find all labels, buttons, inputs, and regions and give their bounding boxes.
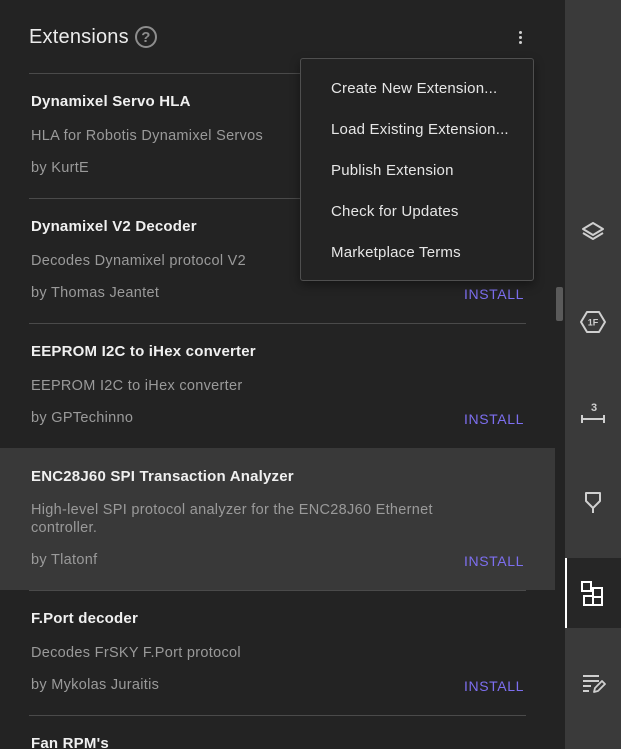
rail-item-marker[interactable] [565, 467, 621, 537]
list-item[interactable]: ENC28J60 SPI Transaction Analyzer High-l… [0, 448, 555, 590]
rail-item-extensions[interactable] [565, 558, 621, 628]
menu-item-check-for-updates[interactable]: Check for Updates [331, 203, 459, 220]
panel-header: Extensions ? [29, 22, 157, 52]
extension-description: Decodes FrSKY F.Port protocol [31, 645, 241, 661]
install-button[interactable]: INSTALL [464, 553, 524, 569]
extension-author: by Mykolas Juraitis [31, 677, 160, 693]
extension-author: by Thomas Jeantet [31, 285, 160, 301]
hex-value-glyph: 1F [588, 318, 599, 328]
extension-name: EEPROM I2C to iHex converter [31, 343, 256, 360]
extension-name: F.Port decoder [31, 610, 138, 627]
layers-icon [582, 222, 604, 240]
extension-description: EEPROM I2C to iHex converter [31, 378, 243, 394]
scrollbar[interactable] [556, 287, 563, 321]
menu-item-marketplace-terms[interactable]: Marketplace Terms [331, 244, 461, 261]
extensions-panel: Extensions ? Dynamixel Servo HLA HLA for… [0, 0, 565, 749]
install-button[interactable]: INSTALL [464, 678, 524, 694]
extension-name: Dynamixel Servo HLA [31, 93, 191, 110]
help-icon[interactable]: ? [134, 26, 157, 48]
rail-item-measure[interactable]: 3 [565, 379, 621, 449]
list-item[interactable]: EEPROM I2C to iHex converter EEPROM I2C … [29, 323, 526, 448]
extension-name: Fan RPM's [31, 735, 109, 749]
menu-item-load-existing-extension[interactable]: Load Existing Extension... [331, 121, 509, 138]
more-options-icon[interactable] [508, 26, 532, 48]
extension-name: ENC28J60 SPI Transaction Analyzer [31, 468, 294, 485]
rail-item-notes[interactable] [565, 648, 621, 718]
notes-icon [583, 675, 606, 693]
menu-item-create-new-extension[interactable]: Create New Extension... [331, 80, 497, 97]
extensions-icon [581, 581, 603, 606]
install-button[interactable]: INSTALL [464, 286, 524, 302]
rail-item-hex[interactable]: 1F [565, 287, 621, 357]
measure-icon: 3 [581, 402, 605, 423]
measure-glyph: 3 [591, 402, 597, 414]
rail-item-layers[interactable] [565, 197, 621, 267]
marker-icon [585, 492, 601, 513]
side-rail: 1F 3 [565, 0, 621, 749]
hex-value-icon: 1F [580, 311, 606, 333]
extension-author: by KurtE [31, 160, 90, 176]
extension-author: by Tlatonf [31, 552, 98, 568]
overflow-menu: Create New Extension... Load Existing Ex… [300, 58, 534, 281]
extension-description: High-level SPI protocol analyzer for the… [31, 502, 433, 536]
extension-name: Dynamixel V2 Decoder [31, 218, 197, 235]
install-button[interactable]: INSTALL [464, 411, 524, 427]
menu-item-publish-extension[interactable]: Publish Extension [331, 162, 454, 179]
extension-author: by GPTechinno [31, 410, 134, 426]
panel-title: Extensions [29, 25, 129, 48]
list-item[interactable]: F.Port decoder Decodes FrSKY F.Port prot… [29, 590, 526, 715]
list-item[interactable]: Fan RPM's [29, 715, 526, 749]
